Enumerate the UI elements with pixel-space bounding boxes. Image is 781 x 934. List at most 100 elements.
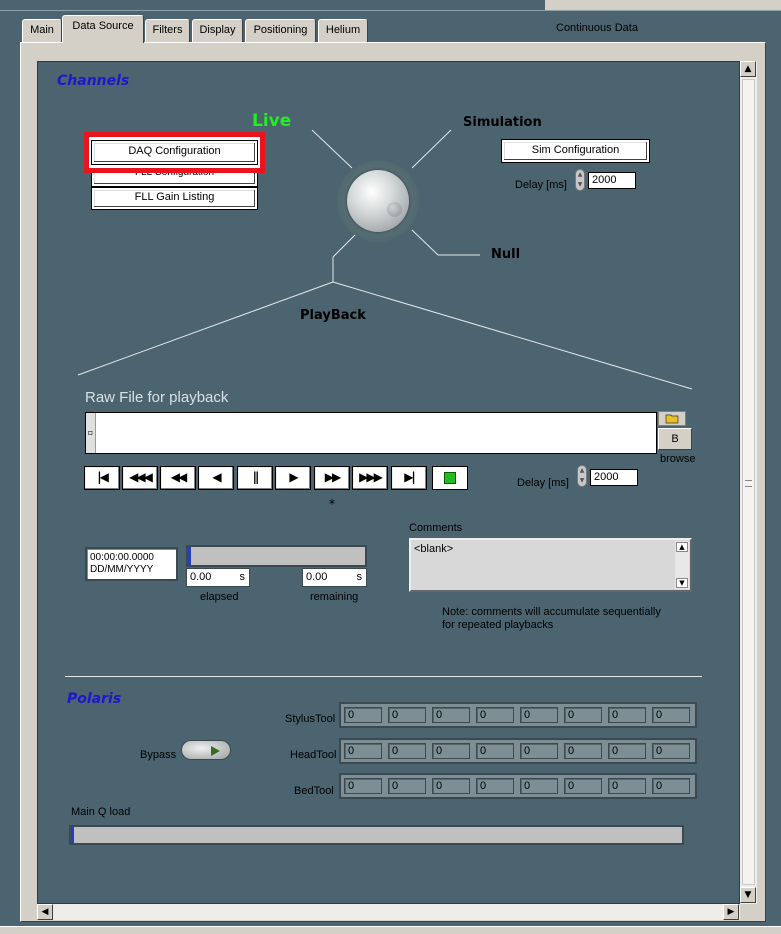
sim-delay-label: Delay [ms] (515, 179, 567, 191)
null-label: Null (491, 247, 521, 262)
folder-icon[interactable] (658, 411, 686, 426)
elapsed-unit: s (239, 571, 246, 583)
scroll-right-icon[interactable]: ▶ (723, 904, 739, 920)
daq-configuration-button[interactable]: DAQ Configuration (91, 140, 258, 165)
go-to-start-icon: |◀ (97, 470, 109, 484)
remaining-value: 0.00 (306, 571, 328, 583)
head-tool-value-3: 0 (432, 743, 470, 759)
pause-button[interactable]: || (237, 466, 273, 490)
stylus-tool-value-6: 0 (564, 707, 602, 723)
status-bar (0, 926, 781, 934)
section-divider (65, 676, 702, 677)
timestamp-date: DD/MM/YYYY (90, 564, 154, 575)
main-q-load-bar (69, 825, 684, 845)
stylus-tool-value-5: 0 (520, 707, 558, 723)
knob-face (347, 170, 409, 232)
head-tool-value-2: 0 (388, 743, 426, 759)
horizontal-scrollbar[interactable]: ◀ ▶ (37, 904, 740, 920)
stylus-tool-label: StylusTool (285, 713, 336, 725)
bed-tool-value-7: 0 (608, 778, 646, 794)
vertical-scrollbar[interactable]: ▲ ▼ (740, 61, 757, 904)
stop-button[interactable] (432, 466, 468, 490)
timestamp-time: 00:00:00.0000 (90, 552, 154, 563)
raw-file-path-input[interactable]: ▫ (85, 412, 657, 454)
comments-note-line2: for repeated playbacks (442, 619, 554, 631)
stylus-tool-value-7: 0 (608, 707, 646, 723)
fll-gain-listing-button[interactable]: FLL Gain Listing (91, 187, 258, 210)
head-tool-value-6: 0 (564, 743, 602, 759)
sim-delay-input[interactable]: 2000 (588, 172, 636, 189)
top-divider (0, 10, 781, 11)
tab-data-source[interactable]: Data Source (62, 15, 144, 43)
play-button[interactable]: ▶ (275, 466, 311, 490)
go-to-start-button[interactable]: |◀ (84, 466, 120, 490)
path-type-icon: ▫ (86, 413, 96, 453)
vertical-scroll-thumb[interactable] (742, 79, 755, 885)
comments-scroll-up-icon[interactable]: ▲ (676, 542, 688, 552)
bed-tool-values: 00000000 (339, 773, 697, 799)
tab-positioning[interactable]: Positioning (245, 19, 316, 42)
fast-rewind-icon: ◀◀◀ (129, 470, 153, 484)
fast-forward-icon: ▶▶ (324, 470, 342, 484)
bed-tool-value-6: 0 (564, 778, 602, 794)
stylus-tool-value-1: 0 (344, 707, 382, 723)
sim-delay-spinner[interactable]: ▲ ▼ (575, 169, 585, 191)
comments-scrollbar[interactable]: ▲ ▼ (675, 541, 689, 589)
stop-led-icon (444, 472, 456, 484)
sim-configuration-button[interactable]: Sim Configuration (501, 139, 650, 163)
main-q-load-fill (71, 827, 74, 843)
head-tool-values: 00000000 (339, 738, 697, 764)
tab-helium[interactable]: Helium (318, 19, 368, 42)
main-q-load-label: Main Q load (71, 806, 131, 818)
comments-textarea[interactable]: <blank> ▲ ▼ (409, 538, 692, 592)
faster-forward-icon: ▶▶▶ (359, 470, 383, 484)
playback-progress-bar (186, 545, 367, 567)
bypass-toggle[interactable] (181, 740, 231, 760)
title-bar-fragment (545, 0, 781, 10)
browse-button[interactable]: B (658, 428, 692, 450)
head-tool-label: HeadTool (290, 749, 337, 761)
rewind-button[interactable]: ◀◀ (160, 466, 196, 490)
elapsed-value: 0.00 (190, 571, 212, 583)
tab-filters[interactable]: Filters (145, 19, 190, 42)
comments-scroll-down-icon[interactable]: ▼ (676, 578, 688, 588)
tab-main[interactable]: Main (22, 19, 62, 42)
playback-label: PlayBack (300, 308, 366, 323)
scroll-up-icon[interactable]: ▲ (740, 61, 756, 77)
head-tool-value-7: 0 (608, 743, 646, 759)
timestamp-display: 00:00:00.0000 DD/MM/YYYY (85, 547, 178, 581)
bypass-label: Bypass (140, 749, 177, 761)
bed-tool-value-4: 0 (476, 778, 514, 794)
fast-forward-button[interactable]: ▶▶ (314, 466, 350, 490)
tab-display[interactable]: Display (192, 19, 243, 42)
bypass-led-icon (211, 746, 220, 756)
bed-tool-value-1: 0 (344, 778, 382, 794)
bed-tool-value-8: 0 (652, 778, 690, 794)
stylus-tool-value-3: 0 (432, 707, 470, 723)
knob-indicator (387, 202, 402, 217)
polaris-title: Polaris (67, 691, 122, 707)
head-tool-value-5: 0 (520, 743, 558, 759)
step-back-button[interactable]: ◀ (198, 466, 234, 490)
status-asterisk: * (329, 497, 335, 511)
stylus-tool-value-4: 0 (476, 707, 514, 723)
faster-forward-button[interactable]: ▶▶▶ (352, 466, 388, 490)
remaining-unit: s (356, 571, 363, 583)
bed-tool-value-3: 0 (432, 778, 470, 794)
remaining-label: remaining (310, 591, 359, 603)
comments-label: Comments (409, 522, 463, 534)
playback-delay-input[interactable]: 2000 (590, 469, 638, 486)
go-to-end-button[interactable]: ▶| (391, 466, 427, 490)
live-label: Live (252, 111, 292, 131)
stylus-tool-value-2: 0 (388, 707, 426, 723)
raw-file-label: Raw File for playback (85, 389, 229, 406)
source-selector-knob[interactable] (337, 160, 419, 242)
fast-rewind-button[interactable]: ◀◀◀ (122, 466, 158, 490)
playback-delay-spinner[interactable]: ▲ ▼ (577, 465, 587, 487)
comments-text: <blank> (414, 543, 454, 555)
bed-tool-label: BedTool (294, 785, 334, 797)
scroll-left-icon[interactable]: ◀ (37, 904, 53, 920)
grip-icon (745, 480, 752, 487)
go-to-end-icon: ▶| (404, 470, 416, 484)
scroll-down-icon[interactable]: ▼ (740, 887, 756, 903)
